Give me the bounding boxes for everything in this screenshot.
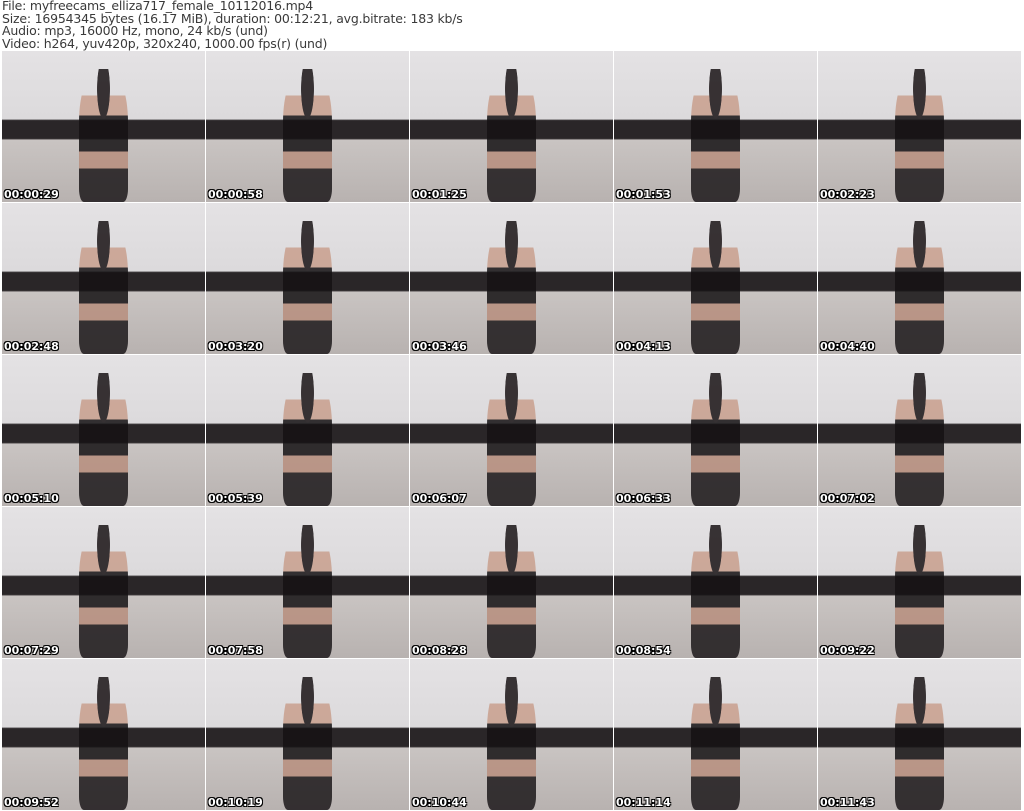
timestamp-label: 00:11:14 — [616, 796, 671, 809]
timestamp-label: 00:10:19 — [208, 796, 263, 809]
file-info-header: File: myfreecams_elliza717_female_101120… — [2, 0, 463, 50]
video-thumbnail: 00:08:54 — [614, 507, 817, 658]
timestamp-label: 00:03:46 — [412, 340, 467, 353]
video-thumbnail: 00:11:14 — [614, 659, 817, 810]
thumbnail-frame-image — [283, 373, 332, 506]
thumbnail-frame-image — [895, 69, 944, 202]
thumbnail-frame-image — [487, 221, 536, 354]
timestamp-label: 00:06:33 — [616, 492, 671, 505]
thumbnail-frame-image — [895, 221, 944, 354]
thumbnail-frame-image — [691, 677, 740, 810]
timestamp-label: 00:00:29 — [4, 188, 59, 201]
thumbnail-frame-image — [487, 373, 536, 506]
timestamp-label: 00:04:40 — [820, 340, 875, 353]
timestamp-label: 00:07:02 — [820, 492, 875, 505]
video-thumbnail: 00:07:29 — [2, 507, 205, 658]
timestamp-label: 00:08:54 — [616, 644, 671, 657]
timestamp-label: 00:09:22 — [820, 644, 875, 657]
thumbnail-frame-image — [79, 525, 128, 658]
timestamp-label: 00:01:53 — [616, 188, 671, 201]
thumbnail-frame-image — [283, 221, 332, 354]
video-thumbnail: 00:03:46 — [410, 203, 613, 354]
video-thumbnail: 00:03:20 — [206, 203, 409, 354]
timestamp-label: 00:11:43 — [820, 796, 875, 809]
thumbnail-frame-image — [79, 373, 128, 506]
timestamp-label: 00:03:20 — [208, 340, 263, 353]
video-thumbnail: 00:04:40 — [818, 203, 1021, 354]
video-thumbnail: 00:06:07 — [410, 355, 613, 506]
video-thumbnail: 00:07:58 — [206, 507, 409, 658]
video-thumbnail: 00:00:29 — [2, 51, 205, 202]
video-thumbnail: 00:02:23 — [818, 51, 1021, 202]
timestamp-label: 00:09:52 — [4, 796, 59, 809]
timestamp-label: 00:00:58 — [208, 188, 263, 201]
thumbnail-frame-image — [895, 373, 944, 506]
timestamp-label: 00:04:13 — [616, 340, 671, 353]
thumbnail-frame-image — [895, 677, 944, 810]
timestamp-label: 00:07:29 — [4, 644, 59, 657]
video-thumbnail: 00:01:53 — [614, 51, 817, 202]
thumbnail-frame-image — [487, 69, 536, 202]
video-thumbnail: 00:11:43 — [818, 659, 1021, 810]
thumbnail-frame-image — [283, 69, 332, 202]
video-thumbnail: 00:05:10 — [2, 355, 205, 506]
video-info: Video: h264, yuv420p, 320x240, 1000.00 f… — [2, 35, 328, 51]
thumbnail-frame-image — [691, 373, 740, 506]
thumbnail-frame-image — [691, 525, 740, 658]
video-thumbnail: 00:05:39 — [206, 355, 409, 506]
thumbnail-frame-image — [487, 677, 536, 810]
video-thumbnail: 00:10:19 — [206, 659, 409, 810]
thumbnail-frame-image — [487, 525, 536, 658]
thumbnail-frame-image — [79, 221, 128, 354]
thumbnail-frame-image — [691, 221, 740, 354]
timestamp-label: 00:02:23 — [820, 188, 875, 201]
timestamp-label: 00:07:58 — [208, 644, 263, 657]
timestamp-label: 00:08:28 — [412, 644, 467, 657]
thumbnail-frame-image — [691, 69, 740, 202]
video-thumbnail: 00:04:13 — [614, 203, 817, 354]
timestamp-label: 00:02:48 — [4, 340, 59, 353]
video-thumbnail: 00:01:25 — [410, 51, 613, 202]
thumbnail-frame-image — [283, 525, 332, 658]
thumbnail-frame-image — [895, 525, 944, 658]
video-thumbnail: 00:09:52 — [2, 659, 205, 810]
timestamp-label: 00:10:44 — [412, 796, 467, 809]
thumbnail-grid: 00:00:29 00:00:58 00:01:25 00:01:53 00:02:23… — [2, 51, 1021, 810]
thumbnail-frame-image — [79, 677, 128, 810]
timestamp-label: 00:05:39 — [208, 492, 263, 505]
video-thumbnail: 00:02:48 — [2, 203, 205, 354]
timestamp-label: 00:06:07 — [412, 492, 467, 505]
thumbnail-frame-image — [79, 69, 128, 202]
timestamp-label: 00:01:25 — [412, 188, 467, 201]
video-thumbnail: 00:00:58 — [206, 51, 409, 202]
video-thumbnail: 00:09:22 — [818, 507, 1021, 658]
video-thumbnail: 00:08:28 — [410, 507, 613, 658]
timestamp-label: 00:05:10 — [4, 492, 59, 505]
video-thumbnail: 00:07:02 — [818, 355, 1021, 506]
video-thumbnail: 00:06:33 — [614, 355, 817, 506]
video-thumbnail: 00:10:44 — [410, 659, 613, 810]
thumbnail-frame-image — [283, 677, 332, 810]
